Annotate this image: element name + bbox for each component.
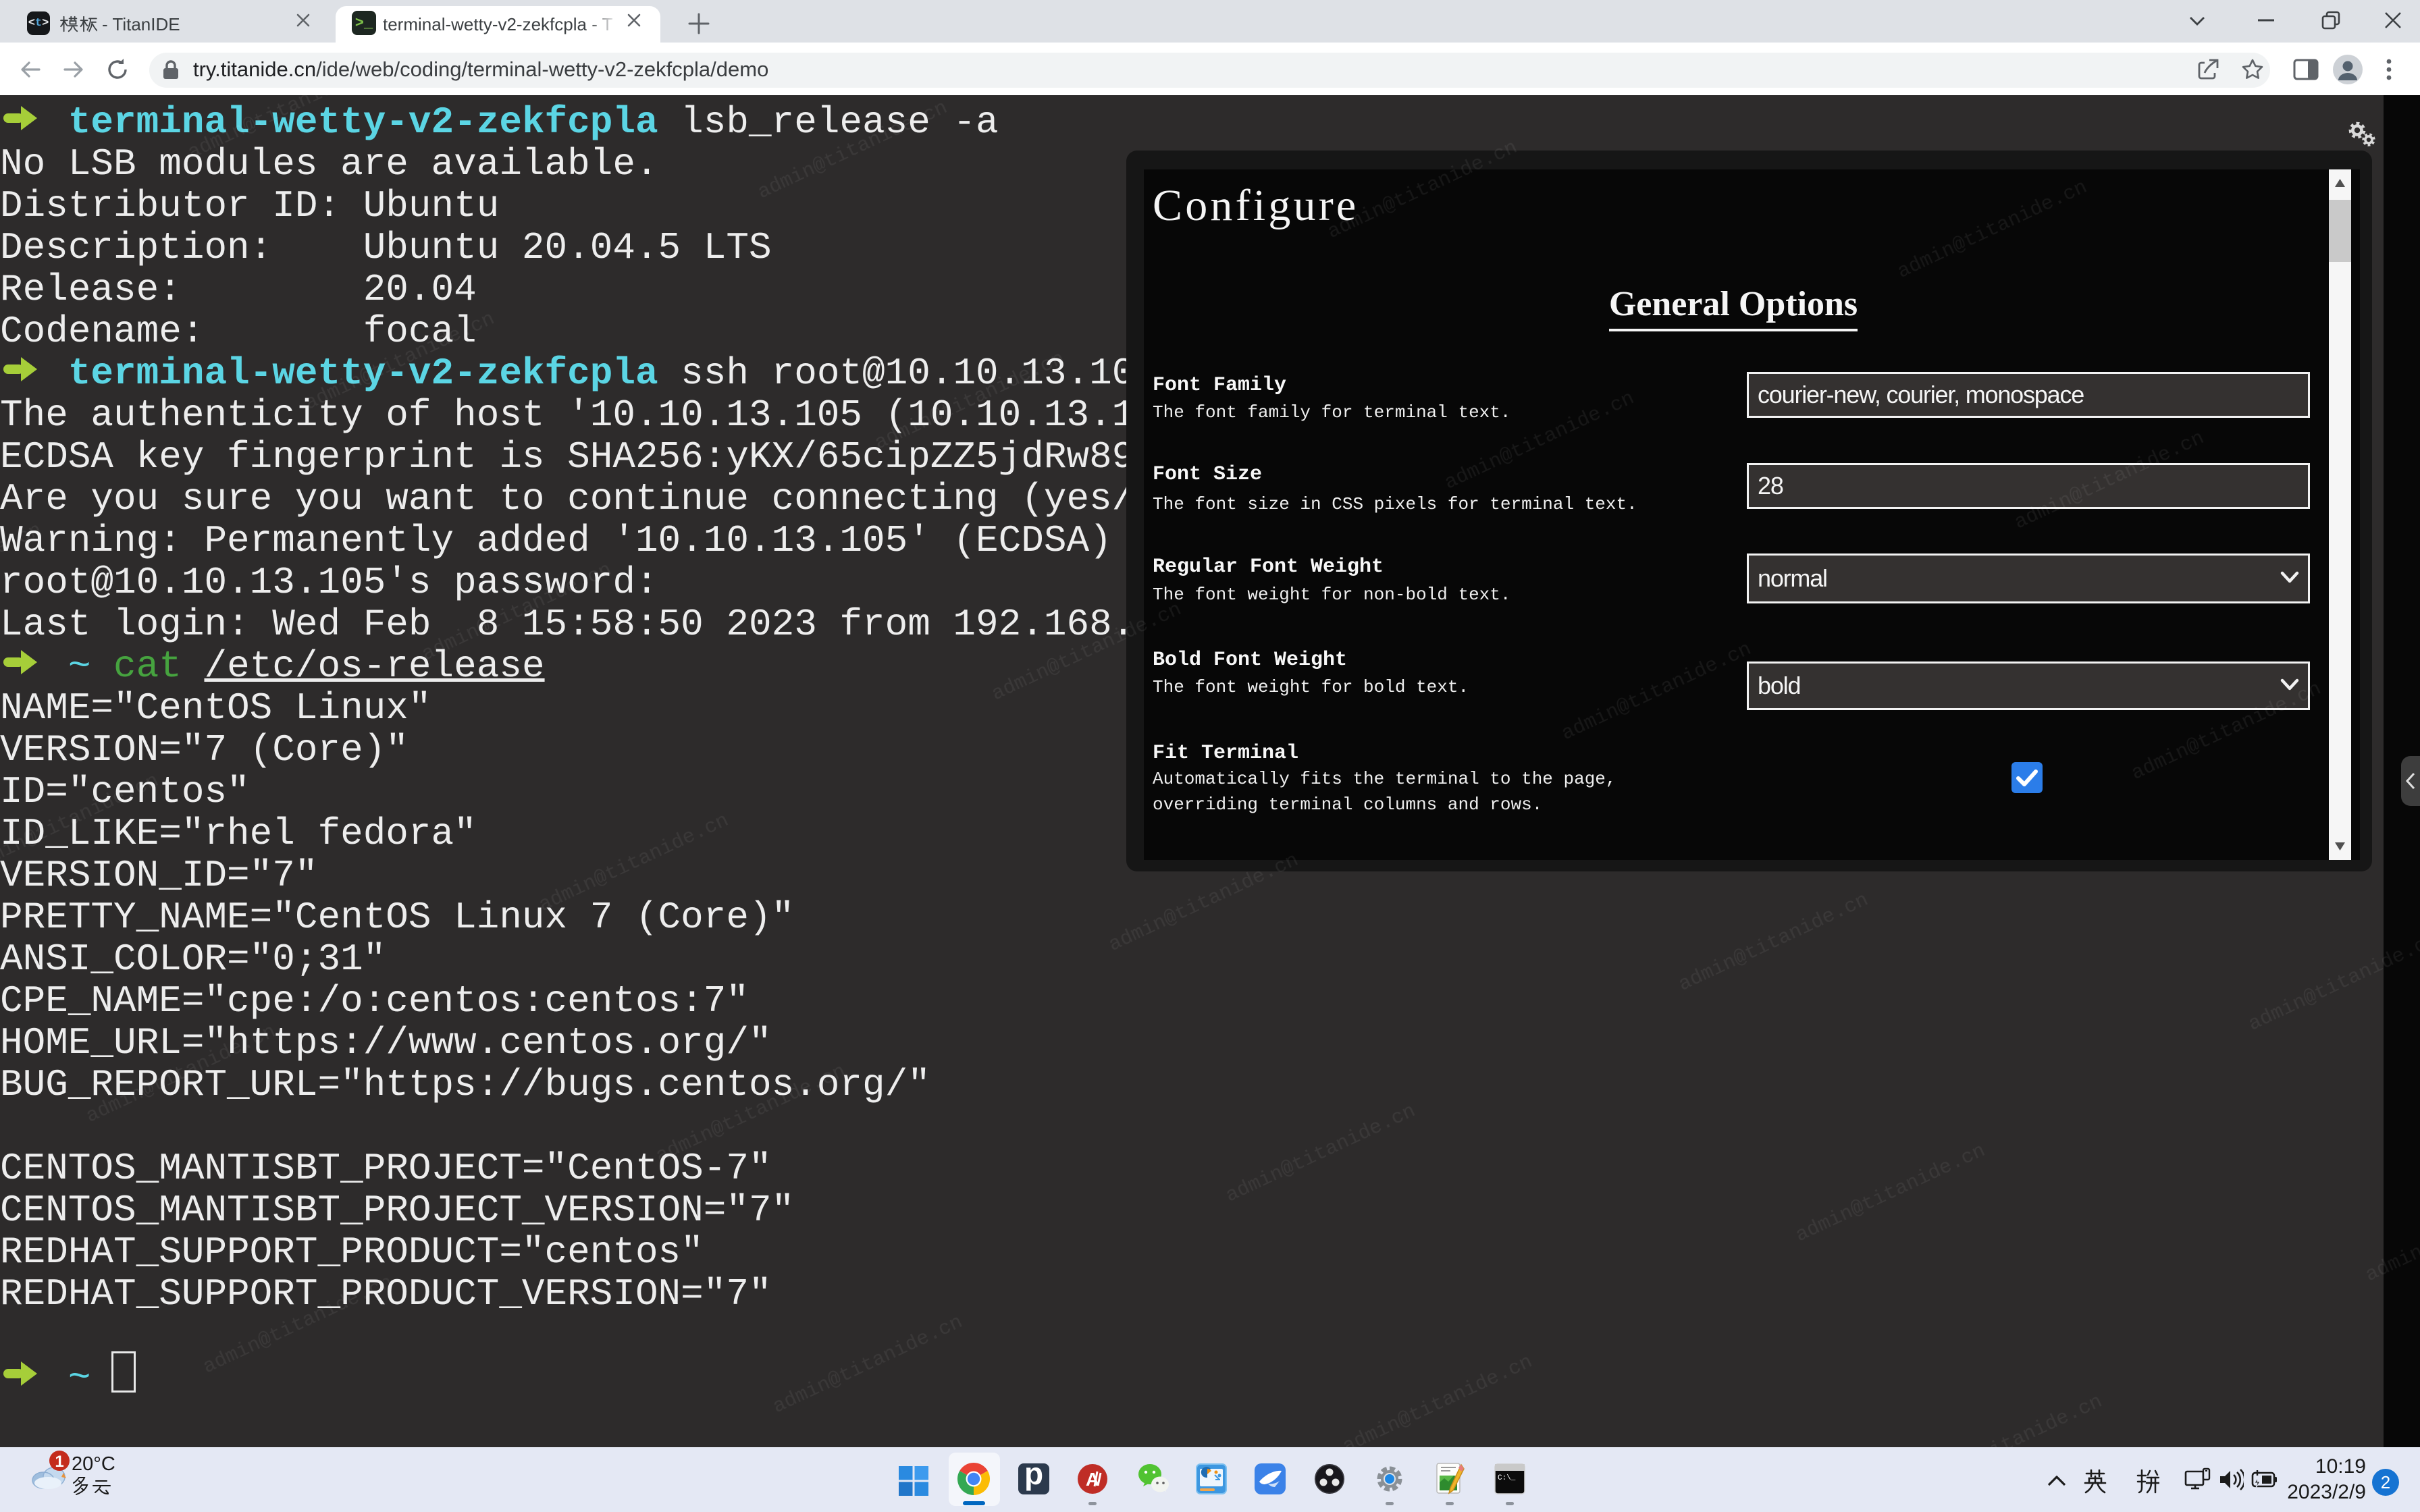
svg-text:1: 1 (55, 1453, 63, 1471)
svg-text:2: 2 (2381, 1472, 2390, 1492)
svg-text:C:\_: C:\_ (1498, 1474, 1516, 1482)
